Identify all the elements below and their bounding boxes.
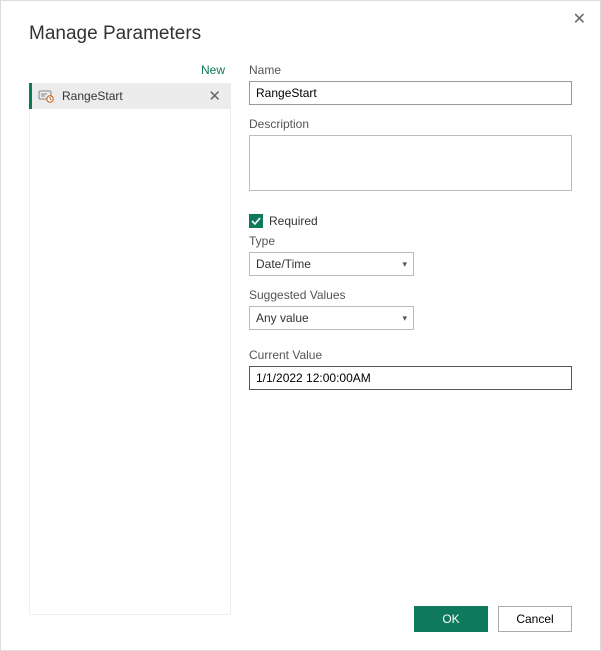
suggested-values-label: Suggested Values — [249, 288, 572, 302]
description-textarea[interactable] — [249, 135, 572, 191]
type-dropdown-value: Date/Time — [256, 257, 402, 271]
parameter-icon — [38, 88, 54, 104]
name-label: Name — [249, 63, 572, 77]
new-parameter-link[interactable]: New — [29, 61, 231, 83]
type-label: Type — [249, 234, 572, 248]
close-icon[interactable]: ✕ — [573, 9, 586, 29]
ok-button[interactable]: OK — [414, 606, 488, 632]
name-input[interactable] — [249, 81, 572, 105]
required-checkbox[interactable] — [249, 214, 263, 228]
parameter-list-body — [29, 109, 231, 615]
parameter-form: Name Description Required Type Date/Time… — [249, 61, 572, 615]
description-label: Description — [249, 117, 572, 131]
suggested-values-dropdown[interactable]: Any value ▾ — [249, 306, 414, 330]
required-label: Required — [269, 214, 318, 228]
parameter-item-label: RangeStart — [62, 89, 204, 103]
current-value-input[interactable] — [249, 366, 572, 390]
current-value-label: Current Value — [249, 348, 572, 362]
type-dropdown[interactable]: Date/Time ▾ — [249, 252, 414, 276]
parameter-list-item[interactable]: RangeStart ✕ — [32, 83, 231, 109]
chevron-down-icon: ▾ — [402, 259, 407, 270]
suggested-values-value: Any value — [256, 311, 402, 325]
delete-parameter-icon[interactable]: ✕ — [204, 87, 225, 105]
cancel-button[interactable]: Cancel — [498, 606, 572, 632]
chevron-down-icon: ▾ — [402, 313, 407, 324]
parameter-sidebar: New RangeStart ✕ — [29, 61, 231, 615]
dialog-title: Manage Parameters — [1, 1, 600, 45]
